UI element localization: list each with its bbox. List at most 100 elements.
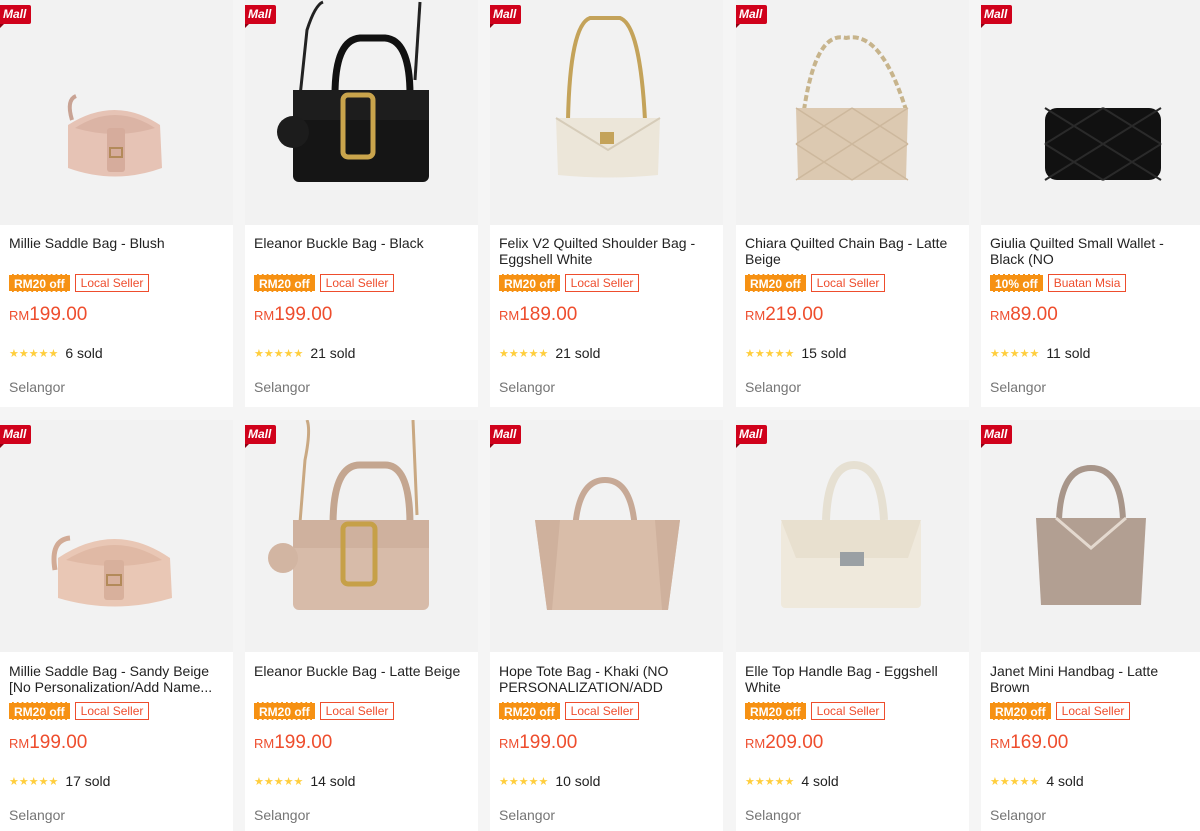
product-title[interactable]: Elle Top Handle Bag - Eggshell White xyxy=(745,663,963,695)
rating-row: ★★★★★ 21 sold xyxy=(499,345,600,361)
price-amount: 199.00 xyxy=(29,732,88,753)
product-price: RM209.00 xyxy=(745,732,823,754)
product-title[interactable]: Millie Saddle Bag - Sandy Beige [No Pers… xyxy=(9,663,227,695)
product-title[interactable]: Giulia Quilted Small Wallet - Black (NO … xyxy=(990,235,1200,267)
currency-label: RM xyxy=(745,736,766,751)
product-price: RM89.00 xyxy=(990,304,1058,326)
mall-badge: Mall xyxy=(490,425,522,448)
badge-row: RM20 off Local Seller xyxy=(9,274,150,292)
rating-row: ★★★★★ 10 sold xyxy=(499,773,600,789)
discount-badge: RM20 off xyxy=(9,274,70,292)
product-image[interactable] xyxy=(981,0,1200,225)
mall-badge: Mall xyxy=(0,425,32,448)
product-title[interactable]: Chiara Quilted Chain Bag - Latte Beige xyxy=(745,235,963,267)
price-amount: 189.00 xyxy=(519,304,578,325)
rating-row: ★★★★★ 15 sold xyxy=(745,345,846,361)
star-rating-icon: ★★★★★ xyxy=(499,775,549,788)
product-title[interactable]: Felix V2 Quilted Shoulder Bag - Eggshell… xyxy=(499,235,717,267)
location: Selangor xyxy=(254,807,311,823)
currency-label: RM xyxy=(499,308,520,323)
price-amount: 169.00 xyxy=(1010,732,1069,753)
product-price: RM169.00 xyxy=(990,732,1068,754)
discount-badge: RM20 off xyxy=(990,702,1051,720)
mall-badge: Mall xyxy=(736,5,768,28)
rating-row: ★★★★★ 4 sold xyxy=(990,773,1084,789)
seller-tag: Local Seller xyxy=(1055,702,1131,720)
currency-label: RM xyxy=(9,308,30,323)
product-card[interactable]: Mall Elle Top Handle Bag - Eggshell Whit… xyxy=(736,420,969,831)
product-image[interactable] xyxy=(245,420,478,652)
price-amount: 89.00 xyxy=(1010,304,1058,325)
discount-badge: RM20 off xyxy=(254,702,315,720)
product-image[interactable] xyxy=(490,420,723,652)
product-title[interactable]: Hope Tote Bag - Khaki (NO PERSONALIZATIO… xyxy=(499,663,717,695)
badge-row: 10% off Buatan Msia xyxy=(990,274,1127,292)
price-amount: 209.00 xyxy=(765,732,824,753)
product-image[interactable] xyxy=(736,0,969,225)
sold-count: 6 sold xyxy=(65,345,103,361)
product-card[interactable]: Mall Felix V2 Quilted Shoulder Bag - Egg… xyxy=(490,0,723,407)
badge-row: RM20 off Local Seller xyxy=(254,274,395,292)
product-title[interactable]: Eleanor Buckle Bag - Black xyxy=(254,235,472,251)
seller-tag: Local Seller xyxy=(74,702,150,720)
discount-badge: RM20 off xyxy=(745,274,806,292)
currency-label: RM xyxy=(499,736,520,751)
product-title[interactable]: Janet Mini Handbag - Latte Brown xyxy=(990,663,1194,695)
product-card[interactable]: Mall Millie Saddle Bag - Blush RM20 off … xyxy=(0,0,233,407)
product-price: RM199.00 xyxy=(254,304,332,326)
product-card[interactable]: Mall Chiara Quilted Chain Bag - Latte Be… xyxy=(736,0,969,407)
rating-row: ★★★★★ 14 sold xyxy=(254,773,355,789)
discount-badge: RM20 off xyxy=(9,702,70,720)
product-price: RM219.00 xyxy=(745,304,823,326)
product-price: RM199.00 xyxy=(9,732,87,754)
product-image[interactable] xyxy=(0,0,233,225)
star-rating-icon: ★★★★★ xyxy=(745,775,795,788)
product-image[interactable] xyxy=(245,0,478,225)
mall-badge: Mall xyxy=(981,5,1013,28)
product-price: RM199.00 xyxy=(254,732,332,754)
location: Selangor xyxy=(499,807,556,823)
currency-label: RM xyxy=(990,308,1011,323)
badge-row: RM20 off Local Seller xyxy=(9,702,150,720)
product-card[interactable]: Mall Millie Saddle Bag - Sandy Beige [No… xyxy=(0,420,233,831)
product-card[interactable]: Mall Eleanor Buckle Bag - Latte Beige RM… xyxy=(245,420,478,831)
seller-tag: Local Seller xyxy=(810,274,886,292)
price-amount: 199.00 xyxy=(519,732,578,753)
price-amount: 199.00 xyxy=(274,732,333,753)
mall-badge: Mall xyxy=(981,425,1013,448)
product-card[interactable]: Mall Giulia Quilted Small Wallet - Black… xyxy=(981,0,1200,407)
badge-row: RM20 off Local Seller xyxy=(990,702,1131,720)
seller-tag: Local Seller xyxy=(810,702,886,720)
product-image[interactable] xyxy=(981,420,1200,652)
location: Selangor xyxy=(990,807,1047,823)
star-rating-icon: ★★★★★ xyxy=(254,775,304,788)
seller-tag: Local Seller xyxy=(564,702,640,720)
mall-badge: Mall xyxy=(490,5,522,28)
product-grid: Mall Millie Saddle Bag - Blush RM20 off … xyxy=(0,0,1200,831)
product-card[interactable]: Mall Eleanor Buckle Bag - Black RM20 off… xyxy=(245,0,478,407)
location: Selangor xyxy=(745,379,802,395)
badge-row: RM20 off Local Seller xyxy=(254,702,395,720)
product-card[interactable]: Mall Janet Mini Handbag - Latte Brown RM… xyxy=(981,420,1200,831)
product-image[interactable] xyxy=(0,420,233,652)
price-amount: 199.00 xyxy=(274,304,333,325)
currency-label: RM xyxy=(990,736,1011,751)
sold-count: 15 sold xyxy=(801,345,847,361)
product-title[interactable]: Millie Saddle Bag - Blush xyxy=(9,235,227,251)
location: Selangor xyxy=(254,379,311,395)
product-card[interactable]: Mall Hope Tote Bag - Khaki (NO PERSONALI… xyxy=(490,420,723,831)
rating-row: ★★★★★ 21 sold xyxy=(254,345,355,361)
seller-tag: Local Seller xyxy=(564,274,640,292)
location: Selangor xyxy=(9,807,66,823)
seller-tag: Local Seller xyxy=(74,274,150,292)
seller-tag: Buatan Msia xyxy=(1047,274,1127,292)
rating-row: ★★★★★ 4 sold xyxy=(745,773,839,789)
product-image[interactable] xyxy=(736,420,969,652)
sold-count: 10 sold xyxy=(555,773,601,789)
location: Selangor xyxy=(745,807,802,823)
product-title[interactable]: Eleanor Buckle Bag - Latte Beige xyxy=(254,663,472,679)
sold-count: 17 sold xyxy=(65,773,111,789)
badge-row: RM20 off Local Seller xyxy=(499,274,640,292)
product-image[interactable] xyxy=(490,0,723,225)
mall-badge: Mall xyxy=(245,5,277,28)
